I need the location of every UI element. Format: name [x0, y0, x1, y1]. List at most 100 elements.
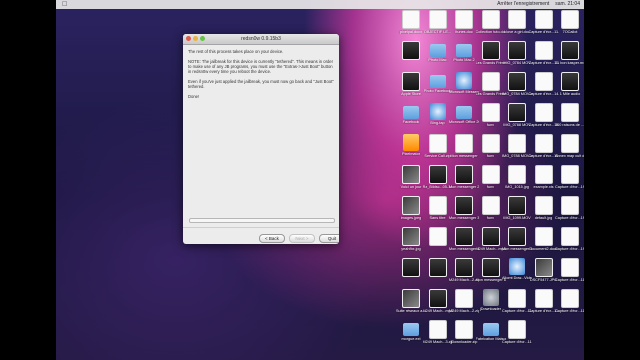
- desktop-icon[interactable]: Capture d'écr...19.20: [555, 227, 584, 251]
- info-paragraph-1: The rest of this process takes place on …: [188, 49, 284, 54]
- desktop-icon[interactable]: Voici un jour: [396, 165, 426, 189]
- desktop-icon-label: Microsoft Office 2011: [449, 120, 479, 124]
- desktop-icon[interactable]: Capture d'écr...11.23: [529, 41, 559, 65]
- media-icon: [428, 165, 447, 184]
- desktop-icon[interactable]: M249 Mach...2.zip: [449, 258, 479, 282]
- desktop-icon[interactable]: funv: [476, 196, 506, 220]
- desktop-icon[interactable]: IMG_1015.jpg: [502, 165, 532, 189]
- desktop-icon[interactable]: Facebook: [396, 103, 426, 124]
- menubar-status-item[interactable]: Arrêter l'enregistrement: [497, 0, 549, 9]
- desktop-icon[interactable]: Rz_Bildsc...05-14: [423, 165, 453, 189]
- desktop-icon[interactable]: Photo Mac: [423, 41, 453, 62]
- desktop-icon[interactable]: Les Grands Frères.avi: [476, 41, 506, 65]
- desktop-icon[interactable]: Mon messenger 5: [502, 227, 532, 251]
- desktop-icon[interactable]: M249 Mach...2.zip: [449, 289, 479, 313]
- quit-button[interactable]: Quit: [319, 234, 339, 243]
- desktop-icon[interactable]: pixelpal.docx: [396, 10, 426, 34]
- desktop-icon[interactable]: M249 Mach...mp3: [476, 227, 506, 251]
- desktop-icon[interactable]: Collection tuto.docx: [476, 10, 506, 34]
- desktop-icon[interactable]: morgue.ext: [396, 320, 426, 341]
- desktop-icon[interactable]: Capture d'écr...11.21: [529, 10, 559, 34]
- desktop-icon[interactable]: example.xls: [529, 165, 559, 189]
- desktop-icon[interactable]: Capture d'écr...19.30: [555, 196, 584, 220]
- desktop-icon[interactable]: OBJECTIF LE...: [423, 10, 453, 34]
- desktop-icon[interactable]: Capture d'écr...11.45: [502, 289, 532, 313]
- desktop-icon[interactable]: Pixelmator: [396, 134, 426, 156]
- desktop-icon[interactable]: Capture d'écr...15.21: [529, 103, 559, 127]
- desktop-icon[interactable]: jDownloader.zip: [449, 320, 479, 344]
- desktop-icon[interactable]: M249 Mach...3.zip: [423, 320, 453, 344]
- desktop-icon[interactable]: funv: [476, 165, 506, 189]
- desktop-icon[interactable]: Microsoft Office 2011: [449, 103, 479, 124]
- media-icon: [402, 258, 420, 277]
- desktop-icon[interactable]: Mon messenger: [449, 134, 479, 158]
- desktop-icon[interactable]: Fabrication Maison !!!: [476, 320, 506, 341]
- desktop-icon[interactable]: Photo Mac 2: [449, 41, 479, 62]
- desktop-icon[interactable]: Apple Store: [396, 72, 426, 96]
- desktop-icon[interactable]: IMG_1099.MOV: [502, 196, 532, 220]
- desktop-icon[interactable]: Service Call.zip: [423, 134, 453, 158]
- desktop-icon[interactable]: 7OCallot: [555, 10, 584, 34]
- doc-icon: [428, 227, 447, 246]
- doc-icon: [508, 10, 526, 29]
- desktop-icon[interactable]: Itunes.doc: [449, 10, 479, 34]
- desktop-icon-label: IMG_0788 MOV.zip: [502, 154, 532, 158]
- desktop-icon[interactable]: Mon messenger 3: [449, 196, 479, 220]
- desktop-icon[interactable]: Capture d'écr...19.07: [555, 165, 584, 189]
- desktop-icon[interactable]: IMG_0788 MOV: [502, 103, 532, 127]
- desktop-icon[interactable]: [423, 227, 453, 247]
- minimize-button[interactable]: [193, 36, 198, 41]
- desktop-icon[interactable]: Sans titre: [423, 196, 453, 220]
- desktop-icon[interactable]: IMG_0788 MOV.zip: [502, 134, 532, 158]
- desktop-icon[interactable]: Document2.docx: [529, 227, 559, 251]
- menubar-clock[interactable]: sam. 21:04: [555, 0, 580, 9]
- desktop-icon[interactable]: IMG_0784 MOV: [502, 41, 532, 65]
- zoom-button[interactable]: [200, 36, 205, 41]
- apple-menu-icon[interactable]: : [62, 0, 67, 9]
- desktop-icon[interactable]: Capture d'écr...11.45: [555, 258, 584, 282]
- desktop-icon[interactable]: default.jpg: [529, 196, 559, 220]
- desktop-icon[interactable]: Mon messenger 2: [449, 165, 479, 189]
- desktop-icon[interactable]: Capture d'écr...15.21: [529, 134, 559, 158]
- desktop-icon[interactable]: Capture d'écr...11.47: [555, 289, 584, 313]
- close-button[interactable]: [186, 36, 191, 41]
- desktop-icon-label: Microsoft Messenger: [449, 90, 479, 94]
- desktop-icon[interactable]: Annex map cult d'oeu: [555, 134, 584, 158]
- desktop-icon[interactable]: [396, 41, 426, 61]
- media-icon: [455, 258, 473, 277]
- desktop-icon-label: Bing-tap: [430, 121, 445, 125]
- desktop-icon[interactable]: yeahfbx.jpg: [396, 227, 426, 251]
- desktop-icon[interactable]: Microsoft Messenger: [449, 72, 479, 94]
- desktop-icon[interactable]: Bing-tap: [423, 103, 453, 125]
- desktop-icon[interactable]: [396, 258, 426, 278]
- desktop-icon[interactable]: M249 Mach...mp3: [423, 289, 453, 313]
- desktop-icon[interactable]: Allomt Dow...Video: [502, 258, 532, 280]
- desktop-icon[interactable]: funv: [476, 103, 506, 127]
- desktop-icon[interactable]: Les Grands Frères act.zip: [476, 72, 506, 96]
- desktop-icon-label: funv: [486, 216, 495, 220]
- desktop-icon[interactable]: [423, 258, 453, 278]
- desktop-icon[interactable]: Capture d'écr...14.04: [529, 72, 559, 96]
- desktop-icon[interactable]: IMG_0784 MOV.zip: [502, 72, 532, 96]
- desktop-icon[interactable]: Capture d'écr...11.45: [529, 289, 559, 313]
- media-icon: [561, 72, 579, 91]
- desktop-icon[interactable]: funv: [476, 134, 506, 158]
- desktop-icon[interactable]: 01 bon kasper.m4a: [555, 41, 584, 65]
- window-titlebar[interactable]: redsn0w 0.9.15b3: [183, 34, 339, 45]
- desktop-icon[interactable]: 100 raisons de ...s.doc: [555, 103, 584, 127]
- desktop-icon[interactable]: 1 Mile audio: [555, 72, 584, 96]
- desktop-icon[interactable]: Capture d'écr...11.47: [502, 320, 532, 344]
- desktop-icon[interactable]: Photo Facebook: [423, 72, 453, 93]
- web-icon: [456, 72, 472, 89]
- desktop-icon[interactable]: images.jpeg: [396, 196, 426, 220]
- desktop-icon[interactable]: Mon messenger 4: [449, 227, 479, 251]
- img-icon: [402, 196, 420, 215]
- desktop-icon[interactable]: Suite réseaux a...zip: [396, 289, 426, 313]
- desktop-icon[interactable]: Mon messenger 6: [476, 258, 506, 282]
- back-button[interactable]: < Back: [259, 234, 285, 243]
- next-button[interactable]: Next >: [289, 234, 315, 243]
- desktop-icon[interactable]: jDownloader: [476, 289, 506, 311]
- desktop-icon[interactable]: DSCF5477.JPG: [529, 258, 559, 282]
- desktop-icon-label: Photo Mac 2: [453, 58, 475, 62]
- desktop-icon[interactable]: I love a girl.doc: [502, 10, 532, 34]
